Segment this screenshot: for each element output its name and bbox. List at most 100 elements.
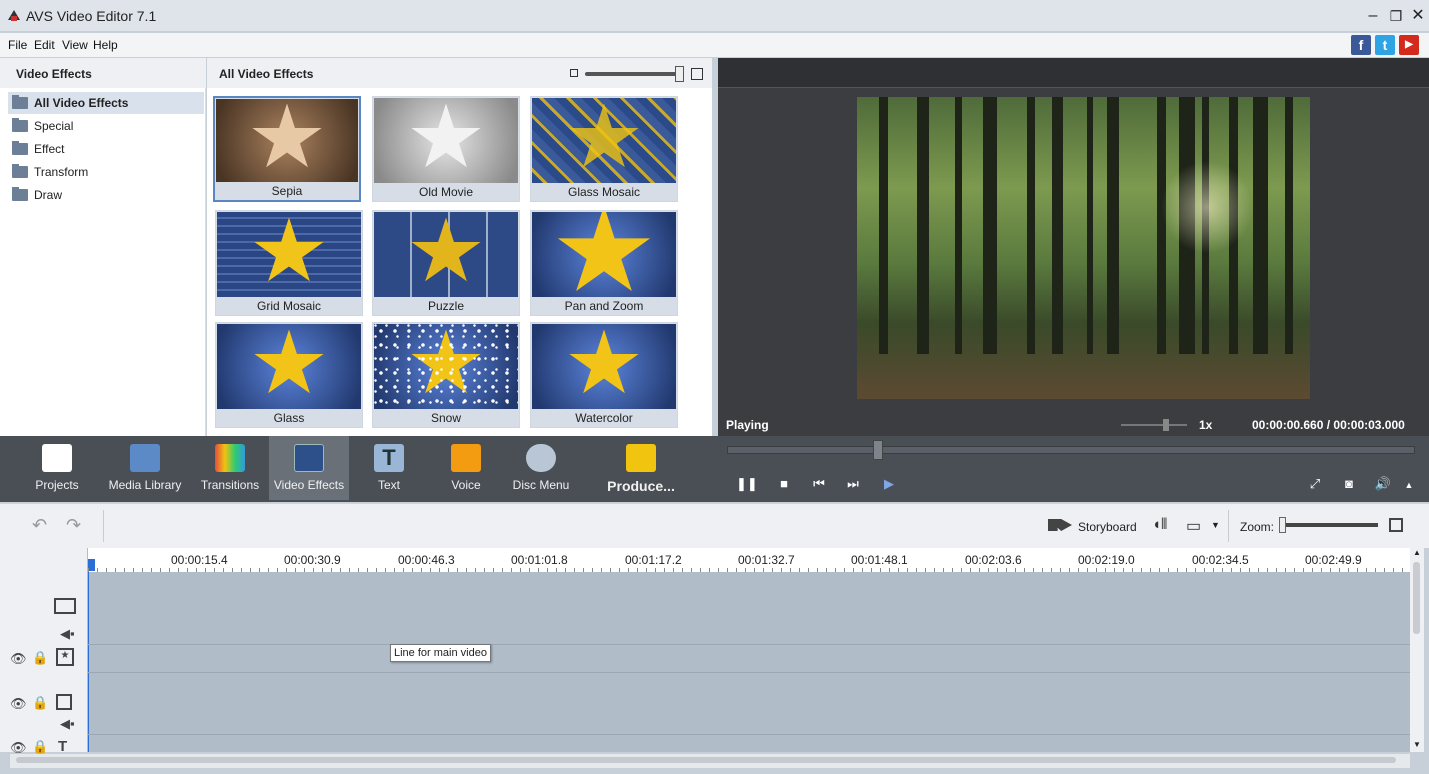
restore-icon[interactable]: ❐: [1386, 6, 1406, 26]
seek-handle[interactable]: [873, 440, 883, 460]
effects-category-panel: Video Effects All Video Effects Special …: [0, 58, 206, 436]
tree-item-label: Transform: [34, 165, 89, 179]
tool-disc-menu[interactable]: Disc Menu: [508, 436, 574, 500]
tool-text[interactable]: T Text: [360, 436, 418, 500]
snapshot-icon[interactable]: ◙: [1340, 476, 1358, 491]
film-icon: [130, 444, 160, 472]
next-frame-button[interactable]: ⏭: [844, 476, 862, 492]
effect-glass-mosaic[interactable]: Glass Mosaic: [530, 96, 678, 202]
effect-puzzle[interactable]: Puzzle: [372, 210, 520, 316]
folder-icon: [12, 95, 28, 109]
ruler-label: 00:00:15.4: [171, 553, 228, 567]
tool-transitions[interactable]: Transitions: [197, 436, 263, 500]
facebook-icon[interactable]: f: [1351, 35, 1371, 55]
ruler-label: 00:02:49.9: [1305, 553, 1362, 567]
undo-icon[interactable]: ↶: [32, 515, 47, 536]
chevron-down-icon[interactable]: ▼: [1211, 520, 1220, 530]
panel-title: Video Effects: [0, 58, 206, 88]
lock-icon[interactable]: 🔒: [32, 650, 48, 666]
tool-projects[interactable]: Projects: [22, 436, 92, 500]
large-thumb-icon: [691, 68, 703, 80]
play-selection-button[interactable]: ▶: [880, 476, 898, 492]
effect-old-movie[interactable]: Old Movie: [372, 96, 520, 202]
lock-icon[interactable]: 🔒: [32, 695, 48, 711]
lock-icon[interactable]: 🔒: [32, 739, 48, 755]
tool-media-library[interactable]: Media Library: [105, 436, 185, 500]
clapperboard-icon: [42, 444, 72, 472]
audio-track-icon[interactable]: ◀▪: [60, 626, 75, 642]
menu-file[interactable]: File: [8, 38, 27, 52]
effect-watercolor[interactable]: Watercolor: [530, 322, 678, 428]
divider: [103, 510, 104, 542]
tree-item-effect[interactable]: Effect: [8, 138, 204, 160]
stop-button[interactable]: ■: [775, 476, 793, 491]
effect-label: Watercolor: [575, 411, 633, 425]
effect-glass[interactable]: Glass: [215, 322, 363, 428]
effect-label: Glass: [273, 411, 305, 425]
seek-bar[interactable]: [727, 446, 1415, 454]
youtube-icon[interactable]: ▶: [1399, 35, 1419, 55]
tree-item-all-video-effects[interactable]: All Video Effects: [8, 92, 204, 114]
ruler-label: 00:01:48.1: [851, 553, 908, 567]
timeline-vscrollbar[interactable]: ▲ ▼: [1410, 548, 1424, 752]
zoom-slider-handle[interactable]: [1279, 517, 1286, 533]
menu-edit[interactable]: Edit: [34, 38, 55, 52]
timeline-hscrollbar[interactable]: [10, 754, 1410, 768]
effect-label: Snow: [430, 411, 462, 425]
folder-icon: [12, 187, 28, 201]
slider-handle[interactable]: [675, 66, 684, 82]
audio-mixer-icon[interactable]: ◖⫴: [1152, 516, 1167, 533]
tree-item-transform[interactable]: Transform: [8, 161, 204, 183]
folder-icon: [12, 118, 28, 132]
tree-item-draw[interactable]: Draw: [8, 184, 204, 206]
small-thumb-icon: [570, 69, 578, 77]
fit-timeline-icon[interactable]: [1389, 518, 1403, 532]
eye-icon[interactable]: 👁: [10, 696, 27, 712]
time-separator: /: [1326, 418, 1331, 432]
effect-pan-and-zoom[interactable]: Pan and Zoom: [530, 210, 678, 316]
menu-view[interactable]: View: [62, 38, 88, 52]
video-track-icon: [54, 598, 76, 614]
storyboard-button[interactable]: Storyboard: [1078, 520, 1137, 534]
tool-voice[interactable]: Voice: [437, 436, 495, 500]
storyboard-icon[interactable]: [1048, 519, 1072, 531]
close-icon[interactable]: ✕: [1408, 6, 1428, 26]
thumb-size-slider[interactable]: [585, 72, 681, 76]
redo-icon[interactable]: ↷: [66, 515, 81, 536]
effect-label: Old Movie: [418, 185, 474, 199]
effect-sepia[interactable]: Sepia: [213, 96, 361, 202]
tree-item-label: Draw: [34, 188, 63, 202]
pause-button[interactable]: ❚❚: [736, 476, 758, 492]
video-frame[interactable]: [857, 97, 1310, 399]
timeline-ruler[interactable]: 00:00:15.4 00:00:30.9 00:00:46.3 00:01:0…: [88, 548, 1410, 572]
timeline-tracks[interactable]: [88, 572, 1410, 752]
menu-help[interactable]: Help: [93, 38, 118, 52]
time-total: 00:00:03.000: [1333, 418, 1405, 432]
volume-icon[interactable]: 🔊: [1374, 476, 1392, 492]
tool-produce[interactable]: Produce...: [602, 436, 680, 500]
tool-video-effects[interactable]: Video Effects: [269, 436, 349, 500]
ruler-label: 00:01:17.2: [625, 553, 682, 567]
effect-snow[interactable]: Snow: [372, 322, 520, 428]
minimize-icon[interactable]: –: [1363, 6, 1383, 26]
volume-arrow-icon[interactable]: ▲: [1400, 480, 1418, 490]
zoom-slider[interactable]: [1282, 523, 1378, 527]
track-headers: ◀▪ 👁 🔒 ★ 👁 🔒 ◀▪ 👁 🔒 T: [0, 548, 88, 755]
prev-frame-button[interactable]: ⏮: [810, 476, 828, 492]
microphone-icon: [451, 444, 481, 472]
twitter-icon[interactable]: t: [1375, 35, 1395, 55]
eye-icon[interactable]: 👁: [10, 651, 27, 667]
menu-bar: File Edit View Help f t ▶: [0, 33, 1429, 57]
effects-gallery: All Video Effects Sepia Old Movie Glass …: [207, 58, 914, 436]
preview-panel: Playing 1x 00:00:00.660 / 00:00:03.000: [718, 58, 1429, 436]
effect-label: Puzzle: [427, 299, 465, 313]
monitor-icon[interactable]: ▭: [1186, 516, 1201, 536]
fullscreen-icon[interactable]: ⤢: [1306, 476, 1324, 492]
speed-slider[interactable]: [1121, 424, 1187, 426]
audio-track-icon[interactable]: ◀▪: [60, 716, 75, 732]
folder-icon: [12, 164, 28, 178]
tree-item-special[interactable]: Special: [8, 115, 204, 137]
effect-grid-mosaic[interactable]: Grid Mosaic: [215, 210, 363, 316]
speed-slider-handle[interactable]: [1163, 419, 1169, 431]
effect-label: Pan and Zoom: [564, 299, 644, 313]
